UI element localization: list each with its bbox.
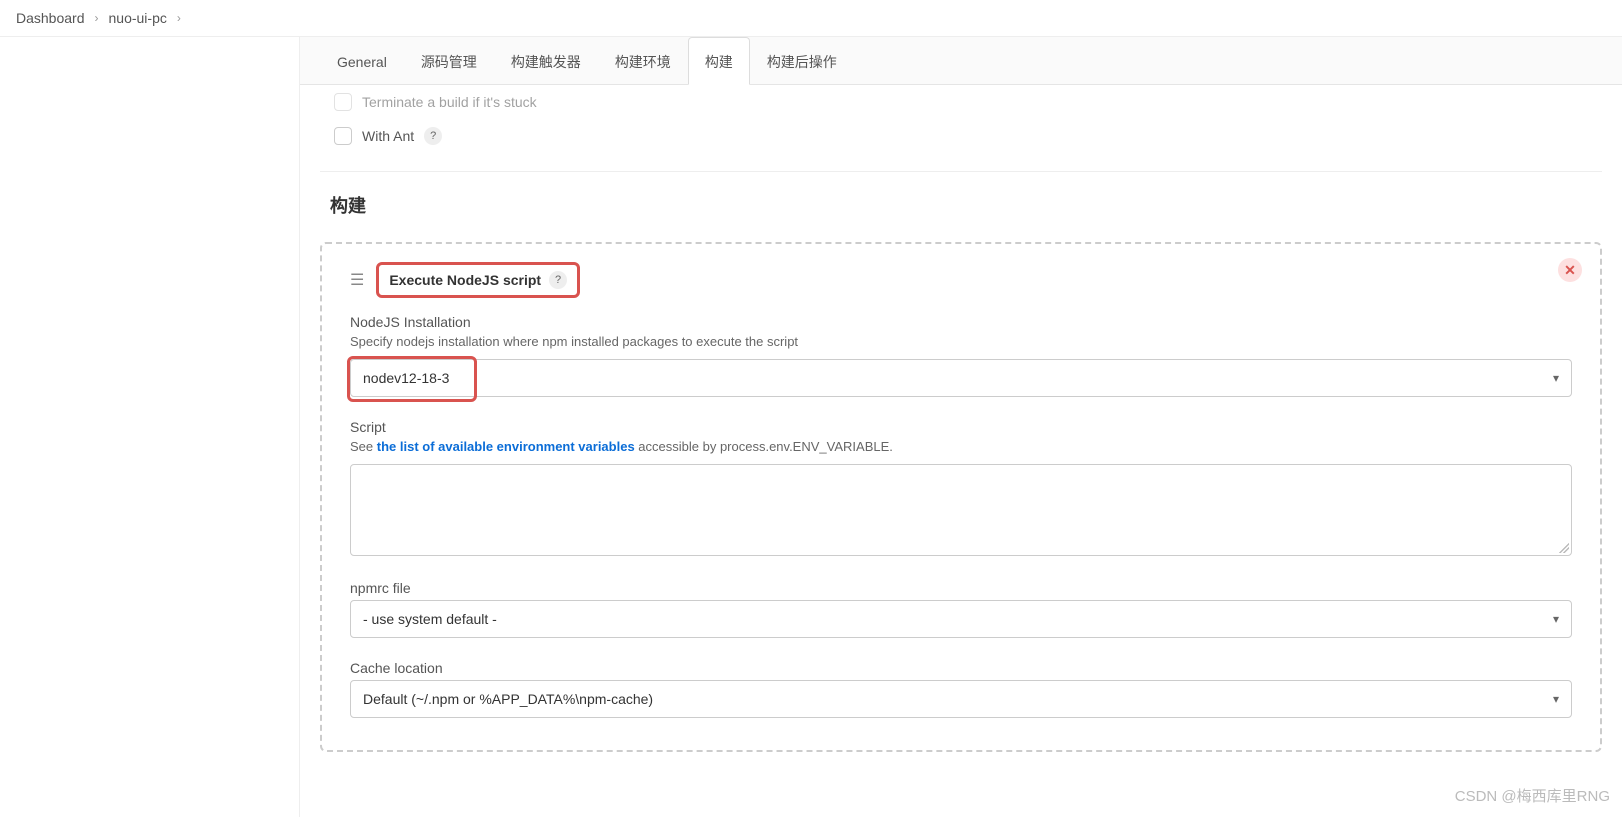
select-cache[interactable]: Default (~/.npm or %APP_DATA%\npm-cache)… (350, 680, 1572, 718)
chevron-down-icon: ▾ (1553, 612, 1559, 626)
tab-build[interactable]: 构建 (688, 37, 750, 85)
select-value: Default (~/.npm or %APP_DATA%\npm-cache) (363, 691, 653, 707)
label-nodejs-install: NodeJS Installation (350, 314, 1572, 330)
watermark: CSDN @梅西库里RNG (1455, 785, 1610, 806)
tab-scm[interactable]: 源码管理 (404, 37, 494, 85)
tab-general[interactable]: General (320, 37, 404, 85)
checkbox-with-ant[interactable] (334, 127, 352, 145)
select-npmrc[interactable]: - use system default - ▾ (350, 600, 1572, 638)
checkbox-terminate[interactable] (334, 93, 352, 111)
select-value: nodev12-18-3 (363, 370, 449, 386)
label-terminate: Terminate a build if it's stuck (362, 94, 537, 110)
sidebar (0, 37, 300, 817)
chevron-down-icon: ▾ (1553, 371, 1559, 385)
step-title: Execute NodeJS script (389, 272, 541, 288)
build-step: ✕ ☰ Execute NodeJS script ? NodeJS Insta… (320, 242, 1602, 752)
help-nodejs-install: Specify nodejs installation where npm in… (350, 334, 1572, 349)
label-cache: Cache location (350, 660, 1572, 676)
select-nodejs-install[interactable]: nodev12-18-3 ▾ (350, 359, 1572, 397)
chevron-right-icon: › (177, 11, 181, 25)
drag-handle-icon[interactable]: ☰ (350, 270, 364, 290)
divider (320, 171, 1602, 172)
label-script: Script (350, 419, 1572, 435)
label-with-ant: With Ant (362, 128, 414, 144)
textarea-script[interactable] (350, 464, 1572, 556)
help-script: See the list of available environment va… (350, 439, 1572, 454)
breadcrumb-item-project[interactable]: nuo-ui-pc (109, 10, 167, 26)
tab-triggers[interactable]: 构建触发器 (494, 37, 598, 85)
breadcrumb: Dashboard › nuo-ui-pc › (0, 0, 1622, 37)
help-icon[interactable]: ? (424, 127, 442, 145)
label-npmrc: npmrc file (350, 580, 1572, 596)
select-value: - use system default - (363, 611, 497, 627)
tab-env[interactable]: 构建环境 (598, 37, 688, 85)
help-icon[interactable]: ? (549, 271, 567, 289)
chevron-down-icon: ▾ (1553, 692, 1559, 706)
tab-post[interactable]: 构建后操作 (750, 37, 854, 85)
section-title-build: 构建 (330, 192, 1602, 218)
breadcrumb-item-dashboard[interactable]: Dashboard (16, 10, 85, 26)
tab-bar: General 源码管理 构建触发器 构建环境 构建 构建后操作 (300, 37, 1622, 85)
chevron-right-icon: › (95, 11, 99, 25)
remove-step-button[interactable]: ✕ (1558, 258, 1582, 282)
link-env-vars[interactable]: the list of available environment variab… (377, 439, 635, 454)
